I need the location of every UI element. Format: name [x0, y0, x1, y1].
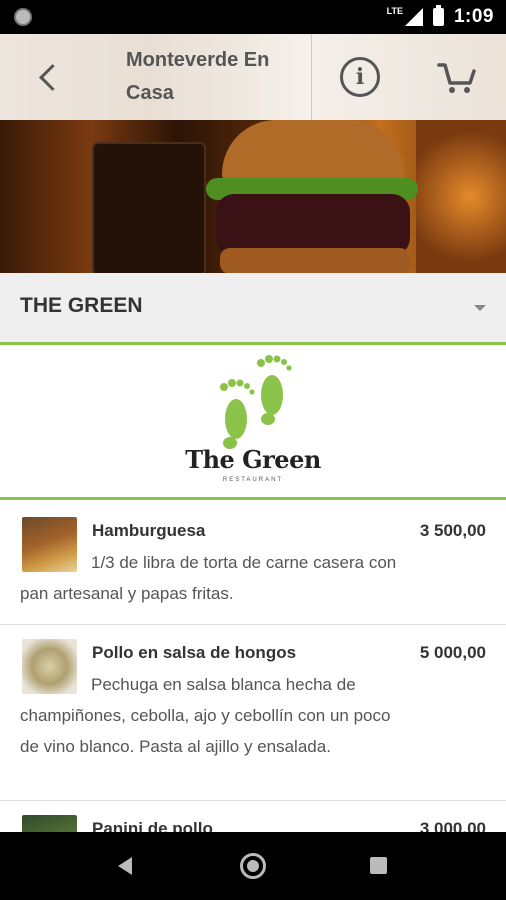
restaurant-banner-image	[0, 120, 506, 273]
nav-back-icon[interactable]	[118, 857, 132, 875]
menu-item[interactable]: Pollo en salsa de hongos 5 000,00 Pechug…	[0, 625, 506, 801]
menu-item[interactable]: Hamburguesa 3 500,00 1/3 de libra de tor…	[0, 503, 506, 625]
mug-shape	[92, 142, 206, 273]
back-button[interactable]	[0, 34, 99, 120]
nav-recents-icon[interactable]	[370, 857, 387, 874]
menu-item-price: 3 500,00	[419, 521, 486, 540]
status-bar: LTE 1:09	[0, 0, 506, 34]
signal-icon	[404, 8, 423, 26]
info-button[interactable]: i	[312, 34, 409, 120]
restaurant-section-dropdown[interactable]: THE GREEN	[0, 273, 506, 345]
burger-patty	[216, 194, 410, 256]
app-header: Monteverde En Casa i	[0, 34, 506, 120]
dropdown-arrow-icon	[474, 305, 486, 311]
title-line-2: Casa	[126, 82, 174, 104]
nav-home-icon[interactable]	[240, 853, 266, 879]
logo-subtitle: RESTAURANT	[222, 477, 284, 483]
cart-icon	[437, 63, 476, 93]
page-title: Monteverde En Casa	[98, 34, 312, 120]
menu-item-price: 5 000,00	[419, 643, 486, 662]
network-type: LTE	[386, 6, 403, 16]
menu-item-description: 1/3 de libra de torta de carne casera co…	[20, 553, 397, 603]
logo-text: The Green	[185, 445, 321, 474]
burger-bun-top	[222, 120, 404, 186]
section-name: THE GREEN	[20, 294, 143, 317]
menu-item-name: Pollo en salsa de hongos	[92, 643, 297, 662]
info-icon: i	[340, 57, 380, 97]
battery-icon	[432, 5, 444, 26]
menu-item-description: Pechuga en salsa blanca hecha de champiñ…	[20, 675, 391, 756]
notification-icon	[14, 8, 32, 26]
system-navigation-bar	[0, 832, 506, 900]
menu-item-name: Hamburguesa	[92, 521, 206, 540]
footprints-logo-icon	[220, 355, 292, 449]
title-line-1: Monteverde En	[126, 49, 270, 71]
cart-button[interactable]	[408, 34, 506, 120]
restaurant-logo: The Green RESTAURANT	[0, 345, 506, 500]
burger-bun-bottom	[220, 248, 410, 273]
status-time: 1:09	[453, 6, 494, 27]
background-glow	[416, 120, 506, 273]
chevron-left-icon	[38, 63, 66, 91]
